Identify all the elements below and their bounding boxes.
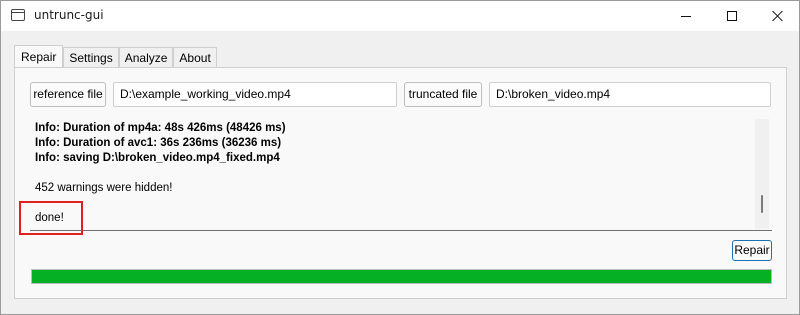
- progress-bar: [31, 269, 772, 284]
- tab-bar: Repair Settings Analyze About: [14, 45, 217, 68]
- log-line: Info: Duration of mp4a: 48s 426ms (48426…: [35, 122, 286, 134]
- tab-about[interactable]: About: [173, 47, 217, 68]
- maximize-button[interactable]: [709, 1, 755, 31]
- truncated-file-field[interactable]: D:\broken_video.mp4: [489, 82, 771, 107]
- truncated-file-button[interactable]: truncated file: [404, 82, 482, 107]
- progress-fill: [32, 270, 771, 283]
- log-output[interactable]: Info: Duration of mp4a: 48s 426ms (48426…: [30, 116, 772, 231]
- tab-repair[interactable]: Repair: [14, 45, 64, 68]
- minimize-icon: [681, 15, 691, 17]
- repair-button[interactable]: Repair: [732, 240, 772, 261]
- scrollbar-thumb[interactable]: [761, 195, 763, 213]
- log-line: Info: saving D:\broken_video.mp4_fixed.m…: [35, 152, 280, 164]
- title-bar: untrunc-gui: [1, 1, 799, 31]
- tab-analyze[interactable]: Analyze: [118, 47, 174, 68]
- app-icon: [11, 9, 25, 21]
- close-button[interactable]: [755, 1, 800, 31]
- minimize-button[interactable]: [663, 1, 709, 31]
- log-scrollbar[interactable]: [755, 119, 769, 229]
- reference-file-field[interactable]: D:\example_working_video.mp4: [113, 82, 397, 107]
- log-line: 452 warnings were hidden!: [35, 182, 173, 194]
- done-highlight-box: [19, 201, 83, 235]
- window-title: untrunc-gui: [34, 8, 104, 22]
- reference-file-button[interactable]: reference file: [30, 82, 106, 107]
- main-window: untrunc-gui Repair Settings Analyze Abou…: [0, 0, 800, 315]
- maximize-icon: [727, 11, 737, 21]
- log-line: Info: Duration of avc1: 36s 236ms (36236…: [35, 137, 282, 149]
- tab-settings[interactable]: Settings: [63, 47, 119, 68]
- close-icon: [772, 10, 784, 22]
